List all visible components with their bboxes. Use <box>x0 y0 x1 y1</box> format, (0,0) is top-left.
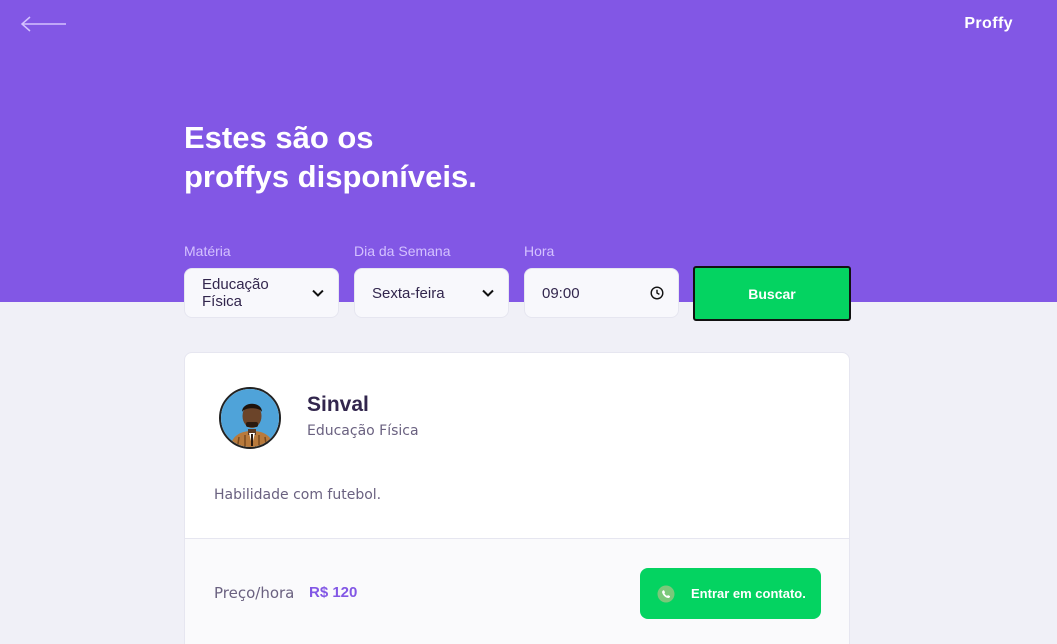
whatsapp-icon <box>657 585 675 602</box>
contact-button-label: Entrar em contato. <box>691 586 806 601</box>
subject-label: Matéria <box>184 243 231 259</box>
teacher-subject: Educação Física <box>307 423 419 439</box>
time-input-value: 09:00 <box>542 284 580 302</box>
weekday-select-value: Sexta-feira <box>372 284 445 302</box>
weekday-label: Dia da Semana <box>354 243 451 259</box>
page-title-line-2: proffys disponíveis. <box>184 159 477 194</box>
clock-icon[interactable] <box>650 286 664 300</box>
weekday-select[interactable]: Sexta-feira <box>354 268 509 318</box>
page-title: Estes são os proffys disponíveis. <box>184 118 604 196</box>
teacher-avatar <box>219 387 281 449</box>
chevron-down-icon <box>482 289 494 297</box>
app-logo: Proffy <box>964 15 1013 32</box>
back-arrow-icon <box>20 16 66 32</box>
page-title-line-1: Estes são os <box>184 120 374 155</box>
price-label: Preço/hora <box>214 584 295 602</box>
subject-select-value: Educação Física <box>202 276 269 310</box>
search-button[interactable]: Buscar <box>693 266 851 321</box>
teacher-card: Sinval Educação Física Habilidade com fu… <box>184 352 850 644</box>
teacher-card-footer: Preço/hora R$ 120 Entrar em contato. <box>185 538 849 644</box>
contact-button[interactable]: Entrar em contato. <box>640 568 821 619</box>
time-label: Hora <box>524 243 555 259</box>
price-value: R$ 120 <box>309 584 358 601</box>
teacher-bio: Habilidade com futebol. <box>214 487 382 503</box>
chevron-down-icon <box>312 289 324 297</box>
time-input[interactable]: 09:00 <box>524 268 679 318</box>
subject-select[interactable]: Educação Física <box>184 268 339 318</box>
back-button[interactable] <box>20 14 68 34</box>
teacher-name: Sinval <box>307 393 369 416</box>
